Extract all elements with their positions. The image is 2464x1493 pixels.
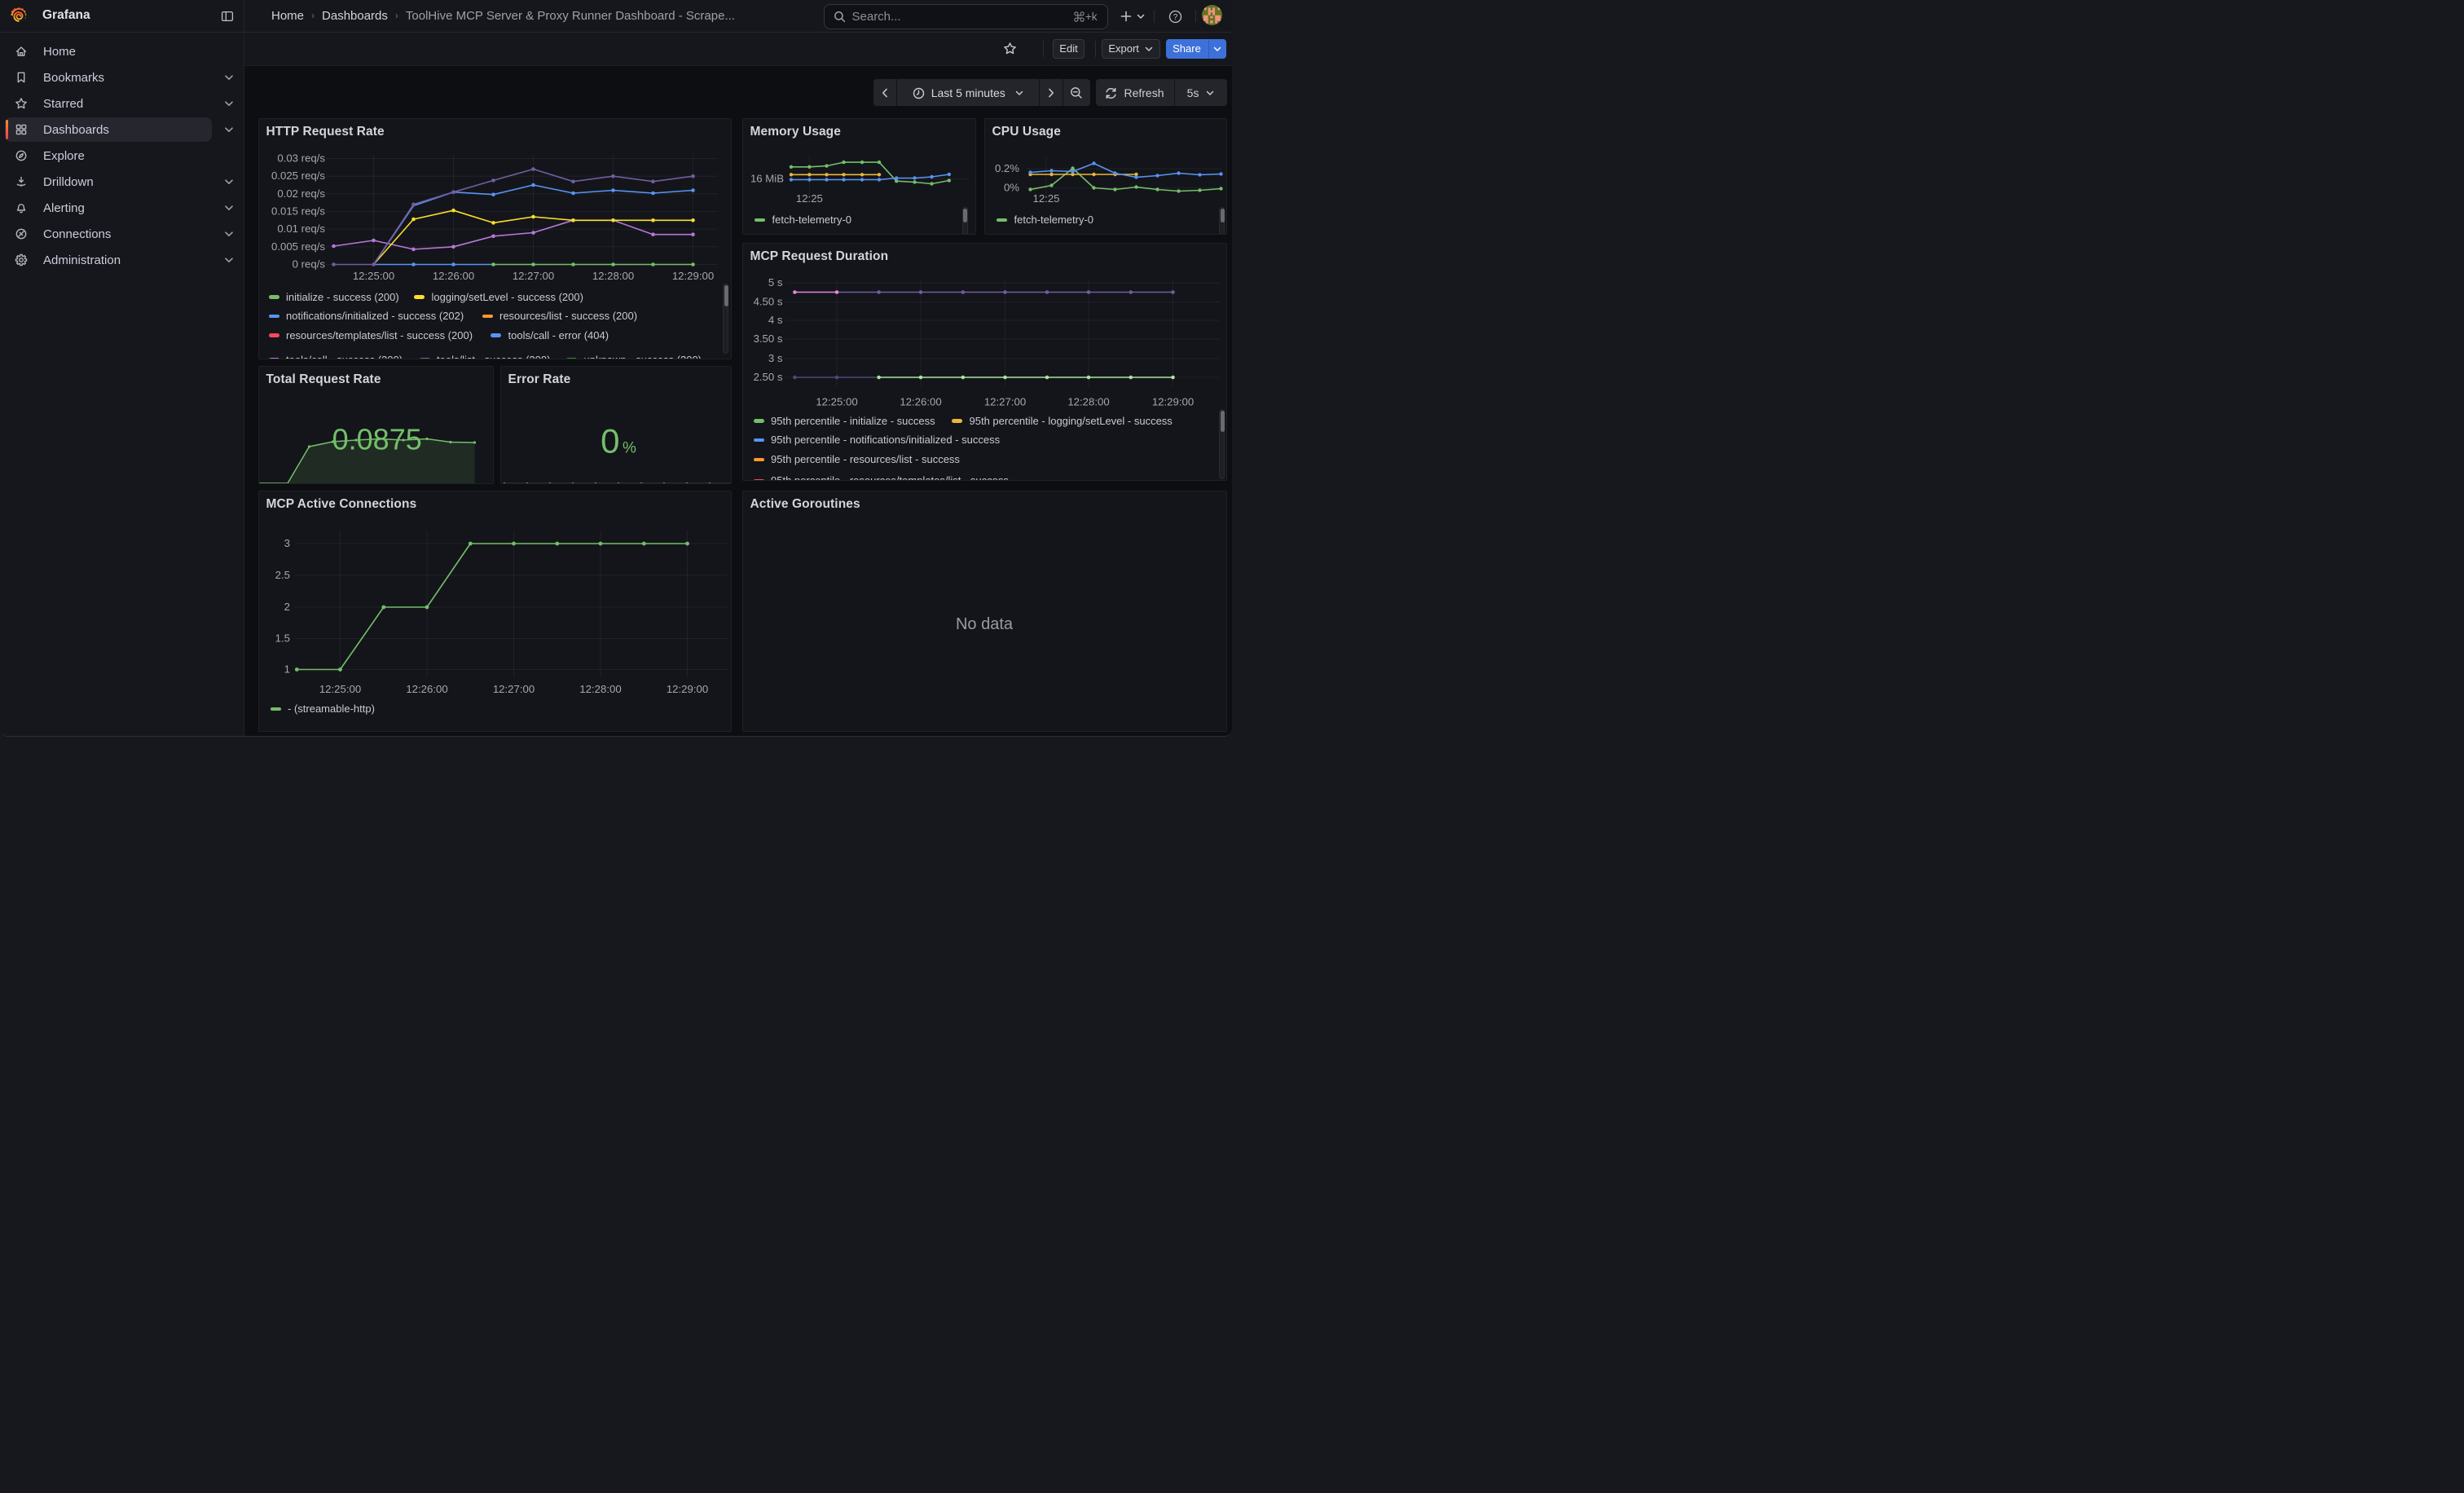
svg-text:1.5: 1.5 [275,632,289,644]
svg-text:0.01 req/s: 0.01 req/s [277,222,325,235]
svg-text:0: 0 [601,422,619,460]
svg-text:16 MiB: 16 MiB [750,172,783,184]
svg-text:1: 1 [284,663,289,675]
svg-text:2.50 s: 2.50 s [753,371,782,383]
svg-text:12:29:00: 12:29:00 [666,683,707,695]
svg-text:12:29:00: 12:29:00 [671,270,713,282]
svg-text:12:28:00: 12:28:00 [592,270,633,282]
svg-text:0.025 req/s: 0.025 req/s [271,170,325,182]
svg-text:3: 3 [284,537,289,549]
svg-text:0 req/s: 0 req/s [292,258,325,271]
svg-text:%: % [623,440,636,457]
svg-text:0.03 req/s: 0.03 req/s [277,152,325,165]
svg-text:4 s: 4 s [768,314,782,326]
svg-text:3 s: 3 s [768,352,782,364]
svg-text:12:28:00: 12:28:00 [1067,395,1109,407]
svg-text:0%: 0% [1003,181,1019,193]
svg-text:0.005 req/s: 0.005 req/s [271,240,325,253]
svg-text:12:27:00: 12:27:00 [492,683,534,695]
svg-text:3.50 s: 3.50 s [753,333,782,345]
svg-text:2: 2 [284,601,289,613]
svg-text:12:25:00: 12:25:00 [319,683,360,695]
svg-text:12:27:00: 12:27:00 [512,270,553,282]
svg-text:12:26:00: 12:26:00 [406,683,447,695]
svg-text:12:25:00: 12:25:00 [352,270,394,282]
svg-text:12:25:00: 12:25:00 [816,395,857,407]
svg-text:2.5: 2.5 [275,569,289,581]
svg-text:12:25: 12:25 [795,192,822,204]
svg-text:0.2%: 0.2% [994,162,1019,174]
svg-text:12:29:00: 12:29:00 [1151,395,1193,407]
svg-text:5 s: 5 s [768,276,782,288]
svg-text:0.0875: 0.0875 [332,423,421,456]
svg-text:0.02 req/s: 0.02 req/s [277,187,325,200]
svg-text:12:26:00: 12:26:00 [900,395,941,407]
svg-text:12:25: 12:25 [1032,192,1059,204]
svg-text:4.50 s: 4.50 s [753,295,782,307]
svg-text:12:26:00: 12:26:00 [432,270,473,282]
svg-text:12:27:00: 12:27:00 [983,395,1025,407]
svg-text:12:28:00: 12:28:00 [579,683,621,695]
svg-text:0.015 req/s: 0.015 req/s [271,205,325,218]
